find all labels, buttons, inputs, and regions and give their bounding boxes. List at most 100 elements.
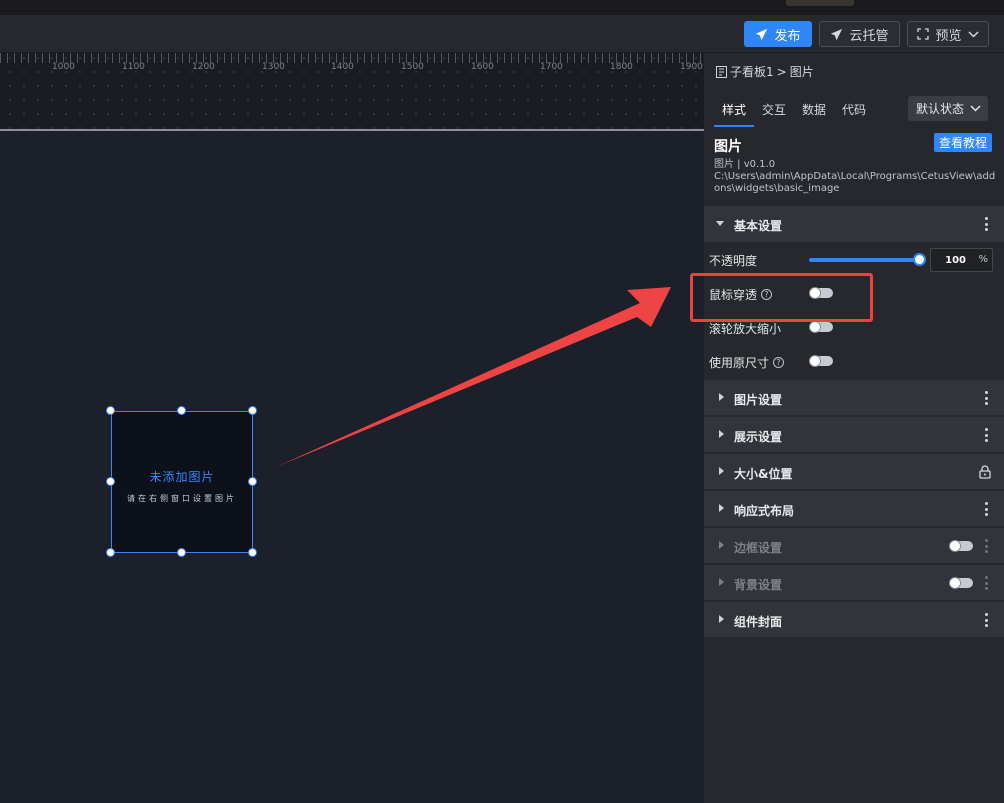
section-title: 背景设置 bbox=[734, 578, 783, 592]
section-background-settings[interactable]: 背景设置 bbox=[704, 564, 1004, 600]
section-title: 响应式布局 bbox=[734, 504, 795, 518]
original-size-label: 使用原尺寸 bbox=[709, 356, 770, 370]
widget-placeholder-hint: 请在右侧窗口设置图片 bbox=[127, 494, 237, 503]
more-vertical-icon[interactable] bbox=[984, 391, 988, 405]
preview-button[interactable]: 预览 bbox=[907, 21, 989, 47]
section-display-settings[interactable]: 展示设置 bbox=[704, 416, 1004, 452]
state-select[interactable]: 默认状态 bbox=[908, 96, 988, 121]
resize-handle-top-right[interactable] bbox=[248, 406, 257, 415]
annotation-highlight-box bbox=[690, 273, 873, 322]
more-vertical-icon[interactable] bbox=[984, 576, 988, 590]
section-component-cover[interactable]: 组件封面 bbox=[704, 601, 1004, 637]
view-tutorial-button[interactable]: 查看教程 bbox=[934, 133, 992, 152]
properties-panel: 子看板1 > 图片 样式 交互 数据 代码 默认状态 图片 图片 | v0.1.… bbox=[704, 53, 1004, 803]
send-icon bbox=[831, 28, 843, 40]
section-title: 展示设置 bbox=[734, 430, 783, 444]
state-select-value: 默认状态 bbox=[916, 102, 965, 116]
resize-handle-top-left[interactable] bbox=[106, 406, 115, 415]
ruler-label: 1700 bbox=[540, 62, 563, 72]
section-title: 组件封面 bbox=[734, 615, 783, 629]
opacity-slider-thumb[interactable] bbox=[913, 253, 926, 266]
caret-right-icon bbox=[719, 430, 724, 438]
wheel-zoom-label: 滚轮放大缩小 bbox=[709, 322, 782, 336]
active-tab-indicator bbox=[714, 125, 754, 127]
section-basic-settings[interactable]: 基本设置 bbox=[704, 206, 1004, 242]
more-vertical-icon[interactable] bbox=[984, 613, 988, 627]
design-canvas[interactable] bbox=[0, 131, 704, 803]
caret-right-icon bbox=[719, 504, 724, 512]
resize-handle-bottom-left[interactable] bbox=[106, 548, 115, 557]
publish-button[interactable]: 发布 bbox=[744, 21, 812, 47]
section-title: 基本设置 bbox=[734, 219, 783, 233]
breadcrumb-current: 图片 bbox=[789, 65, 814, 79]
opacity-label: 不透明度 bbox=[709, 254, 758, 268]
background-settings-toggle[interactable] bbox=[949, 577, 973, 589]
border-settings-toggle[interactable] bbox=[949, 540, 973, 552]
top-toolbar: 发布 云托管 预览 bbox=[0, 15, 1004, 53]
resize-handle-top[interactable] bbox=[177, 406, 186, 415]
component-version: 图片 | v0.1.0 bbox=[714, 159, 776, 170]
widget-placeholder-title: 未添加图片 bbox=[149, 470, 215, 484]
preview-button-label: 预览 bbox=[935, 28, 962, 44]
window-tab-hint bbox=[786, 0, 854, 6]
tab-code[interactable]: 代码 bbox=[842, 101, 866, 118]
opacity-input[interactable]: 100 % bbox=[930, 248, 993, 272]
resize-handle-bottom-right[interactable] bbox=[248, 548, 257, 557]
cloud-hosting-button-label: 云托管 bbox=[849, 28, 889, 44]
component-path: C:\Users\admin\AppData\Local\Programs\Ce… bbox=[714, 171, 996, 194]
more-vertical-icon[interactable] bbox=[984, 428, 988, 442]
resize-handle-right[interactable] bbox=[248, 477, 257, 486]
more-vertical-icon[interactable] bbox=[984, 539, 988, 553]
fullscreen-icon bbox=[917, 28, 930, 40]
board-icon bbox=[716, 65, 727, 78]
resize-handle-bottom[interactable] bbox=[177, 548, 186, 557]
original-size-toggle[interactable] bbox=[809, 355, 833, 367]
ruler-label: 1000 bbox=[52, 62, 75, 72]
tab-style[interactable]: 样式 bbox=[722, 101, 746, 118]
ruler-label: 1400 bbox=[331, 62, 354, 72]
editor-app: 发布 云托管 预览 1000 1100 1200 1300 1400 1500 … bbox=[0, 0, 1004, 803]
ruler-label: 1200 bbox=[192, 62, 215, 72]
image-widget[interactable]: 未添加图片 请在右侧窗口设置图片 bbox=[106, 406, 257, 557]
resize-handle-left[interactable] bbox=[106, 477, 115, 486]
chevron-down-icon bbox=[967, 30, 979, 38]
horizontal-ruler[interactable]: 1000 1100 1200 1300 1400 1500 1600 1700 … bbox=[0, 53, 704, 131]
tab-interaction[interactable]: 交互 bbox=[762, 101, 786, 118]
caret-right-icon bbox=[719, 578, 724, 586]
lock-icon[interactable] bbox=[979, 465, 991, 479]
opacity-value: 100 bbox=[945, 255, 966, 266]
more-vertical-icon[interactable] bbox=[984, 502, 988, 516]
breadcrumb-separator: > bbox=[776, 64, 787, 79]
help-icon[interactable]: ? bbox=[773, 357, 785, 368]
opacity-slider-track[interactable] bbox=[809, 258, 921, 262]
section-title: 大小&位置 bbox=[734, 467, 793, 481]
section-title: 图片设置 bbox=[734, 393, 783, 407]
opacity-unit: % bbox=[978, 254, 988, 265]
caret-right-icon bbox=[719, 467, 724, 475]
publish-button-label: 发布 bbox=[774, 28, 801, 44]
component-name: 图片 bbox=[714, 139, 742, 155]
breadcrumb: 子看板1 > 图片 bbox=[716, 63, 814, 80]
caret-right-icon bbox=[719, 615, 724, 623]
ruler-label: 1100 bbox=[122, 62, 145, 72]
original-size-row: 使用原尺寸 ? bbox=[709, 354, 785, 371]
ruler-label: 1900 bbox=[680, 62, 703, 72]
caret-right-icon bbox=[719, 393, 724, 401]
wheel-zoom-toggle[interactable] bbox=[809, 321, 833, 333]
cloud-hosting-button[interactable]: 云托管 bbox=[819, 21, 900, 47]
caret-right-icon bbox=[719, 541, 724, 549]
component-info: 图片 图片 | v0.1.0 C:\Users\admin\AppData\Lo… bbox=[704, 128, 1004, 206]
section-image-settings[interactable]: 图片设置 bbox=[704, 379, 1004, 415]
window-top-strip bbox=[0, 0, 1004, 15]
ruler-label: 1500 bbox=[401, 62, 424, 72]
section-responsive-layout[interactable]: 响应式布局 bbox=[704, 490, 1004, 526]
breadcrumb-parent[interactable]: 子看板1 bbox=[730, 63, 774, 80]
more-vertical-icon[interactable] bbox=[984, 217, 988, 231]
chevron-down-icon bbox=[970, 105, 981, 112]
section-title: 边框设置 bbox=[734, 541, 783, 555]
ruler-label: 1600 bbox=[471, 62, 494, 72]
send-icon bbox=[756, 28, 768, 40]
tab-data[interactable]: 数据 bbox=[802, 101, 826, 118]
section-border-settings[interactable]: 边框设置 bbox=[704, 527, 1004, 563]
section-size-position[interactable]: 大小&位置 bbox=[704, 453, 1004, 489]
